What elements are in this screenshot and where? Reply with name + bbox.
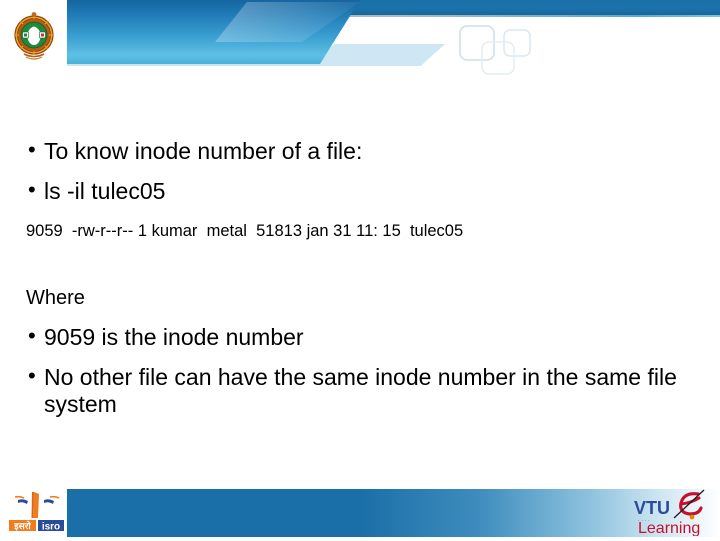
bullet-text-4: No other file can have the same inode nu… [44, 364, 684, 418]
slide-footer: इसरो isro VTU .... Learning [0, 480, 720, 540]
vtu-seal-icon [12, 12, 56, 62]
bullet-marker-icon: • [28, 323, 36, 348]
where-label: Where [26, 287, 85, 309]
slide-header: V T U - E D U S A T Programme [0, 0, 720, 92]
header-banner-underline [67, 64, 320, 66]
slide-content: • To know inode number of a file: • ls -… [0, 92, 720, 472]
bullet-item-4: • No other file can have the same inode … [22, 364, 682, 418]
bullet-item-2: • ls -il tulec05 [22, 178, 165, 205]
footer-blue-bar [67, 489, 720, 537]
svg-text:Learning: Learning [638, 520, 700, 536]
vtu-elearning-logo-icon: VTU .... Learning [630, 486, 714, 537]
bullet-marker-icon: • [28, 177, 36, 202]
command-output-line: 9059 -rw-r--r-- 1 kumar metal 51813 jan … [26, 222, 464, 240]
bullet-item-1: • To know inode number of a file: [22, 138, 362, 165]
isro-logo-icon: इसरो isro [8, 488, 66, 536]
svg-text:isro: isro [42, 522, 60, 533]
svg-text:इसरो: इसरो [13, 520, 31, 531]
bullet-marker-icon: • [28, 363, 36, 388]
bullet-text-3: 9059 is the inode number [44, 324, 304, 350]
bullet-marker-icon: • [28, 137, 36, 162]
bullet-item-3: • 9059 is the inode number [22, 324, 304, 351]
bullet-text-1: To know inode number of a file: [44, 138, 363, 164]
rounded-squares-decoration-icon [458, 24, 544, 80]
bullet-text-2: ls -il tulec05 [44, 178, 166, 204]
svg-text:VTU: VTU [634, 498, 670, 518]
vtu-seal-logo-container [0, 0, 67, 85]
